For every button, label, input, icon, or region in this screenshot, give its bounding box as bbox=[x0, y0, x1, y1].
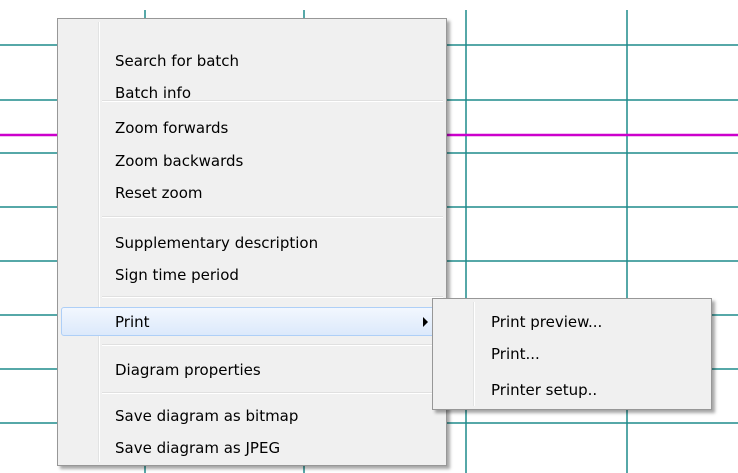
menu-item-label: Print... bbox=[491, 345, 540, 363]
menu-item-print-preview[interactable]: Print preview... bbox=[436, 307, 708, 336]
menu-item-supplementary-description[interactable]: Supplementary description bbox=[61, 228, 443, 257]
menu-item-label: Zoom backwards bbox=[115, 152, 244, 170]
menu-item-label: Supplementary description bbox=[115, 234, 319, 252]
menu-separator bbox=[102, 344, 443, 346]
menu-item-save-diagram-as-jpeg[interactable]: Save diagram as JPEG bbox=[61, 433, 443, 462]
menu-item-zoom-forwards[interactable]: Zoom forwards bbox=[61, 113, 443, 142]
menu-separator bbox=[102, 216, 443, 218]
chevron-right-icon bbox=[423, 317, 428, 327]
menu-item-label: Reset zoom bbox=[115, 184, 203, 202]
menu-item-label: Diagram properties bbox=[115, 361, 261, 379]
menu-item-label: Search for batch bbox=[115, 52, 240, 70]
menu-item-label: Print preview... bbox=[491, 313, 603, 331]
menu-item-save-diagram-as-bitmap[interactable]: Save diagram as bitmap bbox=[61, 401, 443, 430]
menu-item-label: Zoom forwards bbox=[115, 119, 229, 137]
menu-item-label: Sign time period bbox=[115, 266, 239, 284]
menu-separator bbox=[102, 392, 443, 394]
menu-separator bbox=[102, 296, 443, 298]
menu-item-label: Save diagram as bitmap bbox=[115, 407, 299, 425]
menu-separator bbox=[102, 100, 443, 102]
print-submenu: Print preview... Print... Printer setup.… bbox=[432, 298, 712, 410]
menu-item-label: Printer setup.. bbox=[491, 381, 598, 399]
menu-item-batch-info[interactable]: Batch info bbox=[61, 78, 443, 107]
menu-item-print-dialog[interactable]: Print... bbox=[436, 339, 708, 368]
menu-item-diagram-properties[interactable]: Diagram properties bbox=[61, 355, 443, 384]
menu-item-print[interactable]: Print bbox=[61, 307, 443, 336]
menu-item-printer-setup[interactable]: Printer setup.. bbox=[436, 375, 708, 404]
menu-item-zoom-backwards[interactable]: Zoom backwards bbox=[61, 146, 443, 175]
menu-item-search-for-batch[interactable]: Search for batch bbox=[61, 46, 443, 75]
menu-item-label: Print bbox=[115, 313, 150, 331]
menu-item-reset-zoom[interactable]: Reset zoom bbox=[61, 178, 443, 207]
menu-item-label: Save diagram as JPEG bbox=[115, 439, 281, 457]
menu-item-sign-time-period[interactable]: Sign time period bbox=[61, 260, 443, 289]
context-menu: Search for batch Batch info Zoom forward… bbox=[57, 18, 447, 466]
